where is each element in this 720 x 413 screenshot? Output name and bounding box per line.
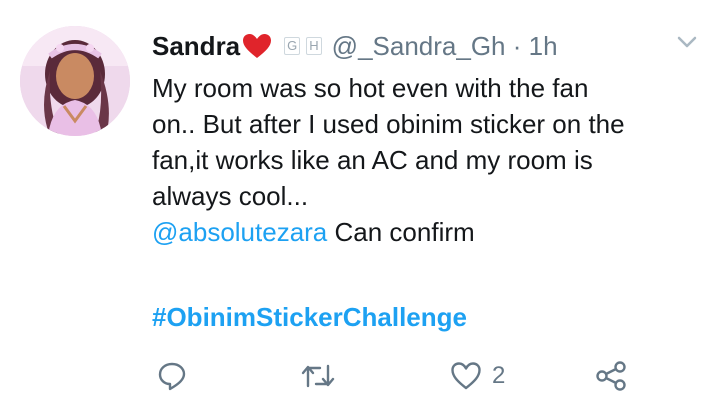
retweet-button[interactable] [300, 356, 336, 396]
like-count: 2 [492, 362, 506, 389]
reply-icon [158, 362, 186, 391]
tweet-text: My room was so hot even with the fan on.… [152, 70, 712, 250]
author-handle[interactable]: @_Sandra_Gh [332, 31, 506, 62]
author-name[interactable]: Sandra [152, 31, 240, 62]
tweet-actions: 2 [152, 356, 632, 396]
chevron-down-icon[interactable] [676, 34, 698, 50]
red-heart-icon [243, 34, 272, 58]
share-button[interactable] [594, 356, 628, 396]
reply-button[interactable] [156, 356, 188, 396]
hashtag-link[interactable]: #ObinimStickerChallenge [152, 299, 467, 335]
retweet-icon [301, 364, 335, 388]
tweet-body: My room was so hot even with the fan on.… [152, 73, 625, 211]
like-button[interactable]: 2 [450, 356, 505, 396]
flag-h: H [306, 37, 322, 55]
mention-link[interactable]: @absolutezara [152, 217, 327, 247]
mention-text: Can confirm [327, 217, 475, 247]
timestamp[interactable]: 1h [529, 31, 558, 62]
heart-icon [451, 362, 481, 390]
avatar[interactable] [20, 26, 130, 136]
tweet-header: Sandra G H @_Sandra_Gh · 1h [152, 28, 558, 64]
tweet[interactable]: Sandra G H @_Sandra_Gh · 1h My room was … [0, 0, 720, 413]
share-icon [596, 361, 626, 391]
flag-g: G [284, 37, 301, 55]
separator: · [505, 30, 529, 61]
